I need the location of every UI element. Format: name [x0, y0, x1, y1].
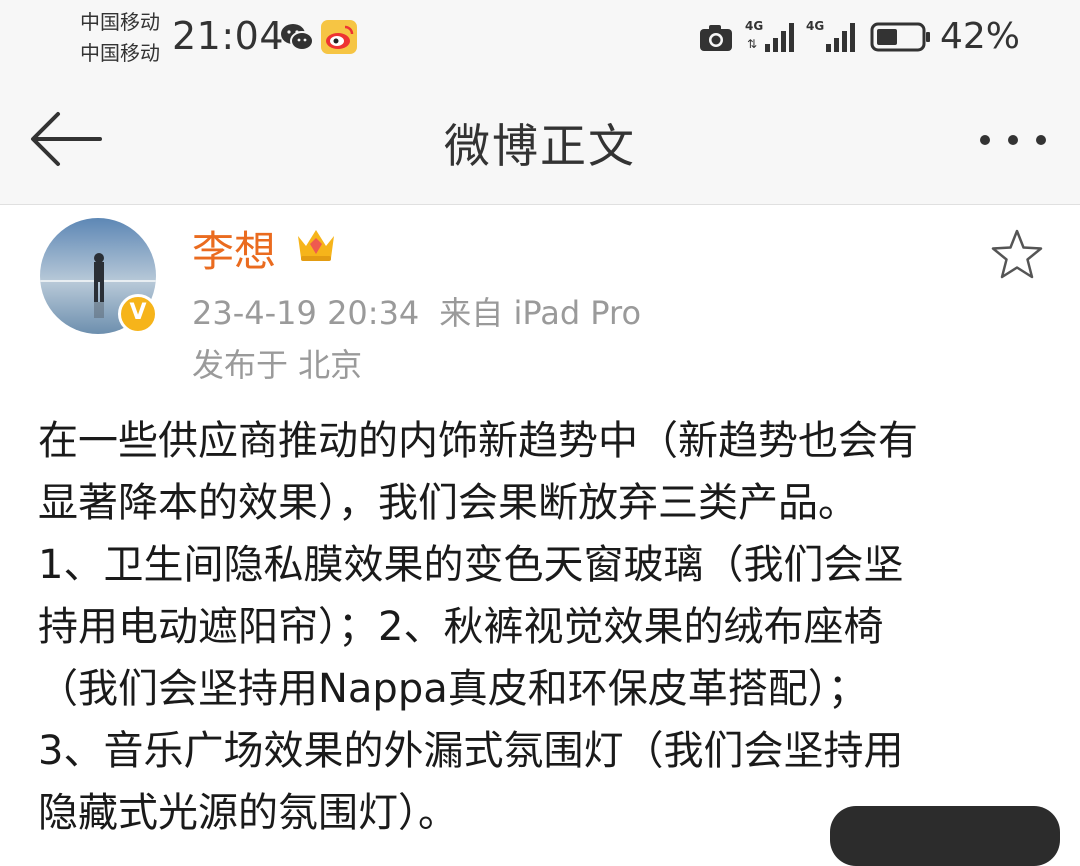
post-location: 发布于 北京	[192, 346, 363, 384]
battery-icon	[870, 22, 930, 52]
battery-percent: 42%	[940, 16, 1021, 57]
svg-text:4G: 4G	[806, 19, 824, 33]
page-title: 微博正文	[444, 119, 636, 173]
author-name[interactable]: 李想	[192, 218, 276, 279]
signal-4g-icon: 4G	[806, 19, 855, 52]
post-line: （我们会坚持用Nappa真皮和环保皮革搭配）；	[38, 666, 868, 712]
carrier-label-1: 中国移动	[80, 10, 160, 34]
verified-badge: V	[118, 294, 158, 334]
post-line: 在一些供应商推动的内饰新趋势中（新趋势也会有	[38, 418, 918, 464]
weibo-icon	[321, 20, 357, 54]
nav-bar: 微博正文	[0, 78, 1080, 205]
floating-action-button[interactable]	[830, 806, 1060, 866]
camera-icon	[700, 25, 732, 51]
status-time: 21:04	[172, 14, 285, 58]
post-line: 持用电动遮阳帘）；2、秋裤视觉效果的绒布座椅	[38, 604, 884, 650]
post-time: 23-4-19 20:34	[192, 294, 420, 332]
wechat-icon	[281, 24, 314, 51]
star-icon[interactable]	[990, 228, 1044, 280]
svg-text:4G: 4G	[745, 19, 763, 33]
post-line: 显著降本的效果），我们会果断放弃三类产品。	[38, 480, 858, 526]
signal-4g-icon: 4G ⇅	[745, 19, 794, 52]
post-body: 在一些供应商推动的内饰新趋势中（新趋势也会有 显著降本的效果），我们会果断放弃三…	[38, 410, 1048, 844]
status-bar: 中国移动 中国移动 21:04 4G ⇅ 4G 42%	[0, 0, 1080, 78]
post-source: 来自 iPad Pro	[439, 294, 642, 332]
post-line: 3、音乐广场效果的外漏式氛围灯（我们会坚持用	[38, 728, 904, 774]
post-meta: 23-4-19 20:34 来自 iPad Pro	[192, 288, 641, 334]
crown-icon	[298, 230, 334, 261]
carrier-label-2: 中国移动	[80, 41, 160, 65]
more-dots-icon[interactable]	[975, 122, 1055, 158]
post-line: 1、卫生间隐私膜效果的变色天窗玻璃（我们会坚	[38, 542, 904, 588]
svg-text:⇅: ⇅	[747, 37, 757, 51]
